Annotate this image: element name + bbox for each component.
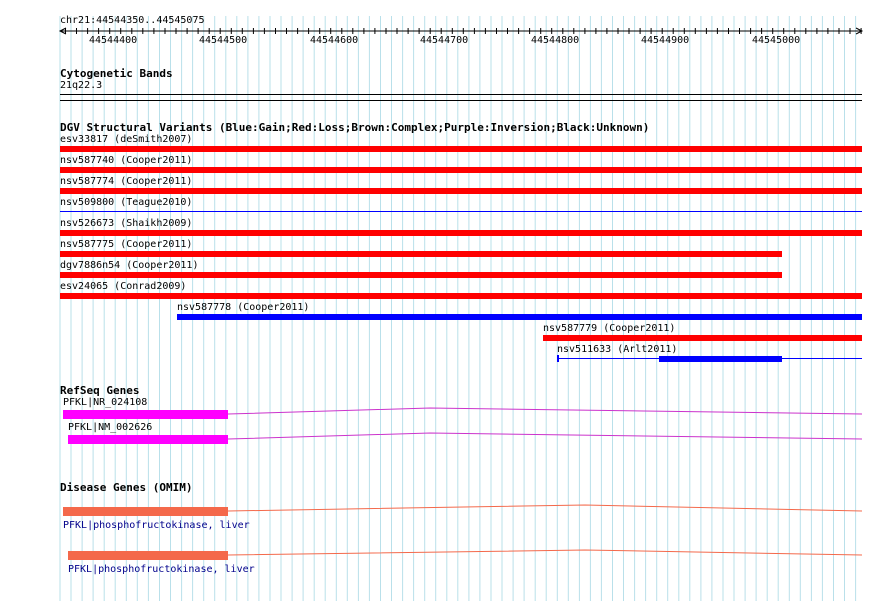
omim-gene-line [227,549,863,556]
genome-browser: chr21:44544350..44545075 44544400 445445… [0,0,890,601]
omim-gene-label[interactable]: PFKL|phosphofructokinase, liver [68,564,255,576]
